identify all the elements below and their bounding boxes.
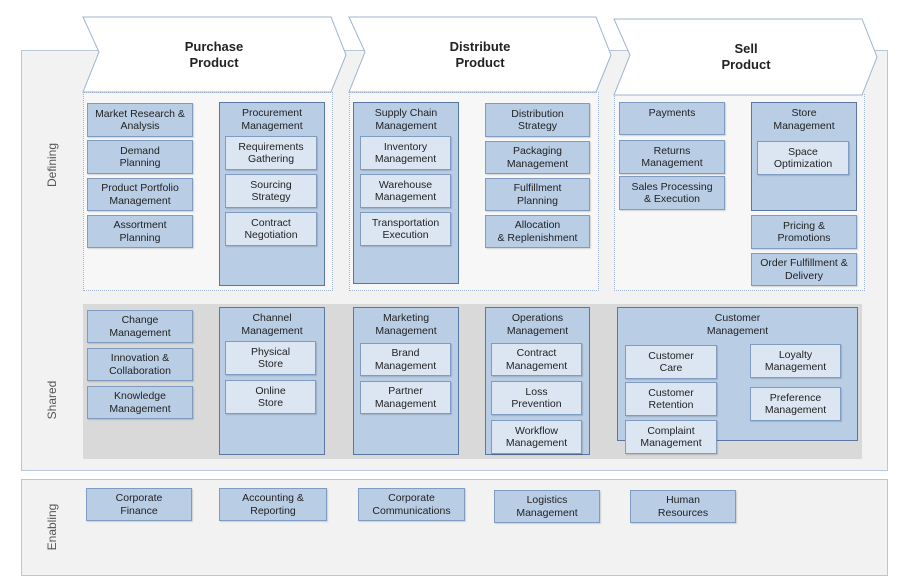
capability-box[interactable]: Space Optimization	[757, 141, 849, 175]
layer-label-shared: Shared	[45, 380, 59, 420]
capability-box[interactable]: Inventory Management	[360, 136, 451, 170]
stage-title-sell: Sell Product	[721, 41, 771, 72]
capability-box[interactable]: Online Store	[225, 380, 316, 414]
stage-title-distribute: Distribute Product	[449, 39, 511, 70]
capability-box[interactable]: Sales Processing & Execution	[619, 176, 725, 210]
capability-box[interactable]: Innovation & Collaboration	[87, 348, 193, 381]
capability-box[interactable]: Physical Store	[225, 341, 316, 375]
capability-box[interactable]: Human Resources	[630, 490, 736, 523]
capability-box[interactable]: Change Management	[87, 310, 193, 343]
capability-box[interactable]: Demand Planning	[87, 140, 193, 174]
capability-map: Purchase Product Distribute Product Sell…	[0, 0, 900, 584]
capability-box[interactable]: Loyalty Management	[750, 344, 841, 378]
capability-box[interactable]: Customer Retention	[625, 382, 717, 416]
capability-box[interactable]: Transportation Execution	[360, 212, 451, 246]
capability-box[interactable]: Preference Management	[750, 387, 841, 421]
capability-box[interactable]: Workflow Management	[491, 420, 582, 454]
capability-box[interactable]: Corporate Communications	[358, 488, 465, 521]
capability-box[interactable]: Packaging Management	[485, 141, 590, 174]
capability-box[interactable]: Assortment Planning	[87, 215, 193, 248]
capability-box[interactable]: Product Portfolio Management	[87, 178, 193, 211]
capability-box[interactable]: Accounting & Reporting	[219, 488, 327, 521]
capability-box[interactable]: Allocation & Replenishment	[485, 215, 590, 248]
capability-box[interactable]: Knowledge Management	[87, 386, 193, 419]
capability-box[interactable]: Warehouse Management	[360, 174, 451, 208]
capability-box[interactable]: Customer Care	[625, 345, 717, 379]
capability-box[interactable]: Requirements Gathering	[225, 136, 317, 170]
capability-box[interactable]: Payments	[619, 102, 725, 135]
layer-label-enabling: Enabling	[45, 503, 59, 551]
capability-box[interactable]: Fulfillment Planning	[485, 178, 590, 211]
capability-box[interactable]: Brand Management	[360, 343, 451, 376]
capability-box[interactable]: Loss Prevention	[491, 381, 582, 415]
capability-box[interactable]: Corporate Finance	[86, 488, 192, 521]
capability-box[interactable]: Contract Negotiation	[225, 212, 317, 246]
capability-box[interactable]: Logistics Management	[494, 490, 600, 523]
capability-box[interactable]: Pricing & Promotions	[751, 215, 857, 249]
capability-box[interactable]: Order Fulfillment & Delivery	[751, 253, 857, 286]
capability-box[interactable]: Returns Management	[619, 140, 725, 174]
capability-box[interactable]: Partner Management	[360, 381, 451, 414]
layer-label-defining: Defining	[45, 142, 59, 188]
capability-box[interactable]: Sourcing Strategy	[225, 174, 317, 208]
capability-box[interactable]: Distribution Strategy	[485, 103, 590, 137]
capability-box[interactable]: Contract Management	[491, 343, 582, 376]
capability-box[interactable]: Complaint Management	[625, 420, 717, 454]
stage-title-purchase: Purchase Product	[184, 39, 244, 70]
capability-box[interactable]: Market Research & Analysis	[87, 103, 193, 137]
